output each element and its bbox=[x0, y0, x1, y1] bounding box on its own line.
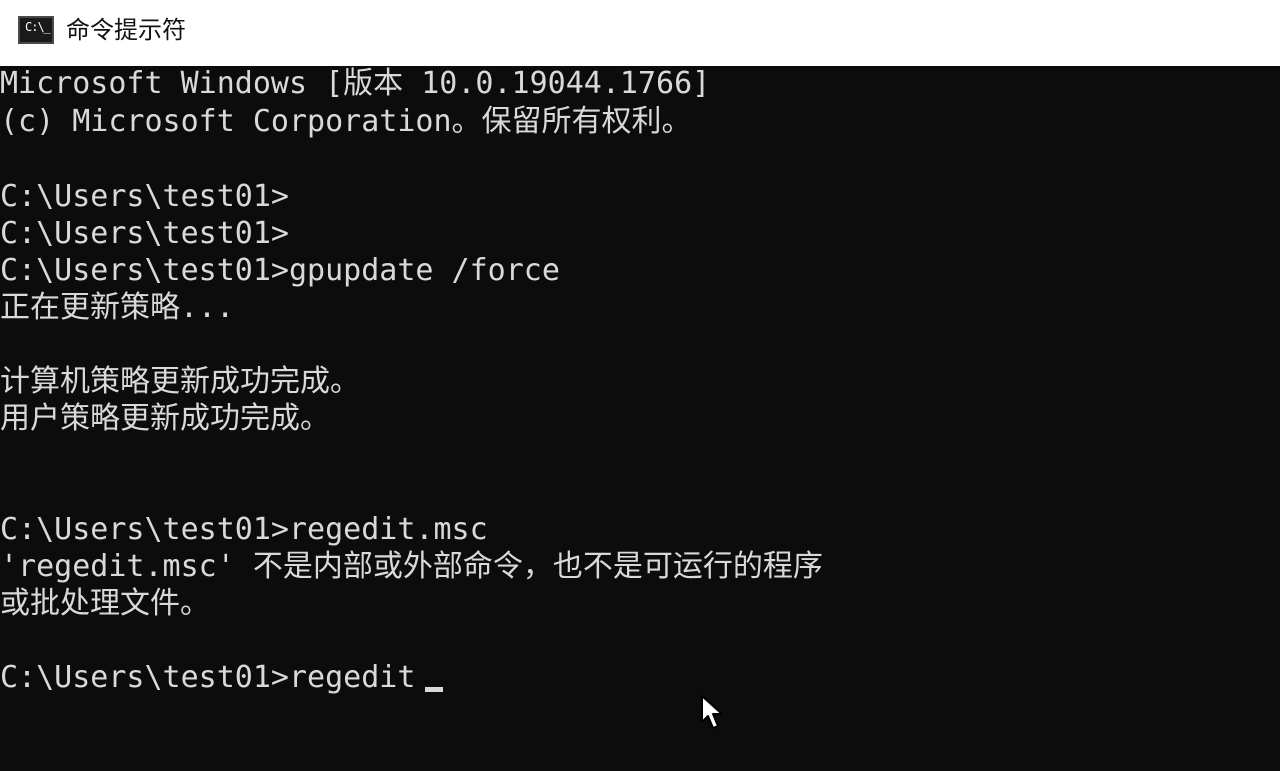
text-cursor bbox=[425, 687, 443, 692]
console-prompt-line: C:\Users\test01>regedit bbox=[0, 660, 416, 695]
cmd-icon: C:\_ bbox=[18, 16, 54, 44]
console-line: Microsoft Windows [版本 10.0.19044.1766] bbox=[0, 66, 711, 101]
cmd-icon-glyph: C:\_ bbox=[25, 20, 51, 34]
console-line: 计算机策略更新成功完成。 bbox=[0, 364, 360, 399]
title-bar[interactable]: C:\_ 命令提示符 bbox=[0, 0, 1280, 67]
console-line: 或批处理文件。 bbox=[0, 586, 210, 621]
console-output[interactable]: Microsoft Windows [版本 10.0.19044.1766] (… bbox=[0, 66, 1280, 771]
console-line: C:\Users\test01>gpupdate /force bbox=[0, 253, 560, 288]
console-line: (c) Microsoft Corporation。保留所有权利。 bbox=[0, 104, 692, 139]
console-line: 用户策略更新成功完成。 bbox=[0, 401, 330, 436]
console-line: C:\Users\test01> bbox=[0, 216, 289, 251]
window-title: 命令提示符 bbox=[66, 16, 186, 44]
console-line: 正在更新策略... bbox=[0, 290, 235, 325]
command-prompt-window: C:\_ 命令提示符 Microsoft Windows [版本 10.0.19… bbox=[0, 0, 1280, 771]
mouse-pointer-icon bbox=[701, 695, 723, 729]
console-line: C:\Users\test01>regedit.msc bbox=[0, 512, 488, 547]
console-line: 'regedit.msc' 不是内部或外部命令，也不是可运行的程序 bbox=[0, 549, 823, 584]
console-line: C:\Users\test01> bbox=[0, 179, 289, 214]
